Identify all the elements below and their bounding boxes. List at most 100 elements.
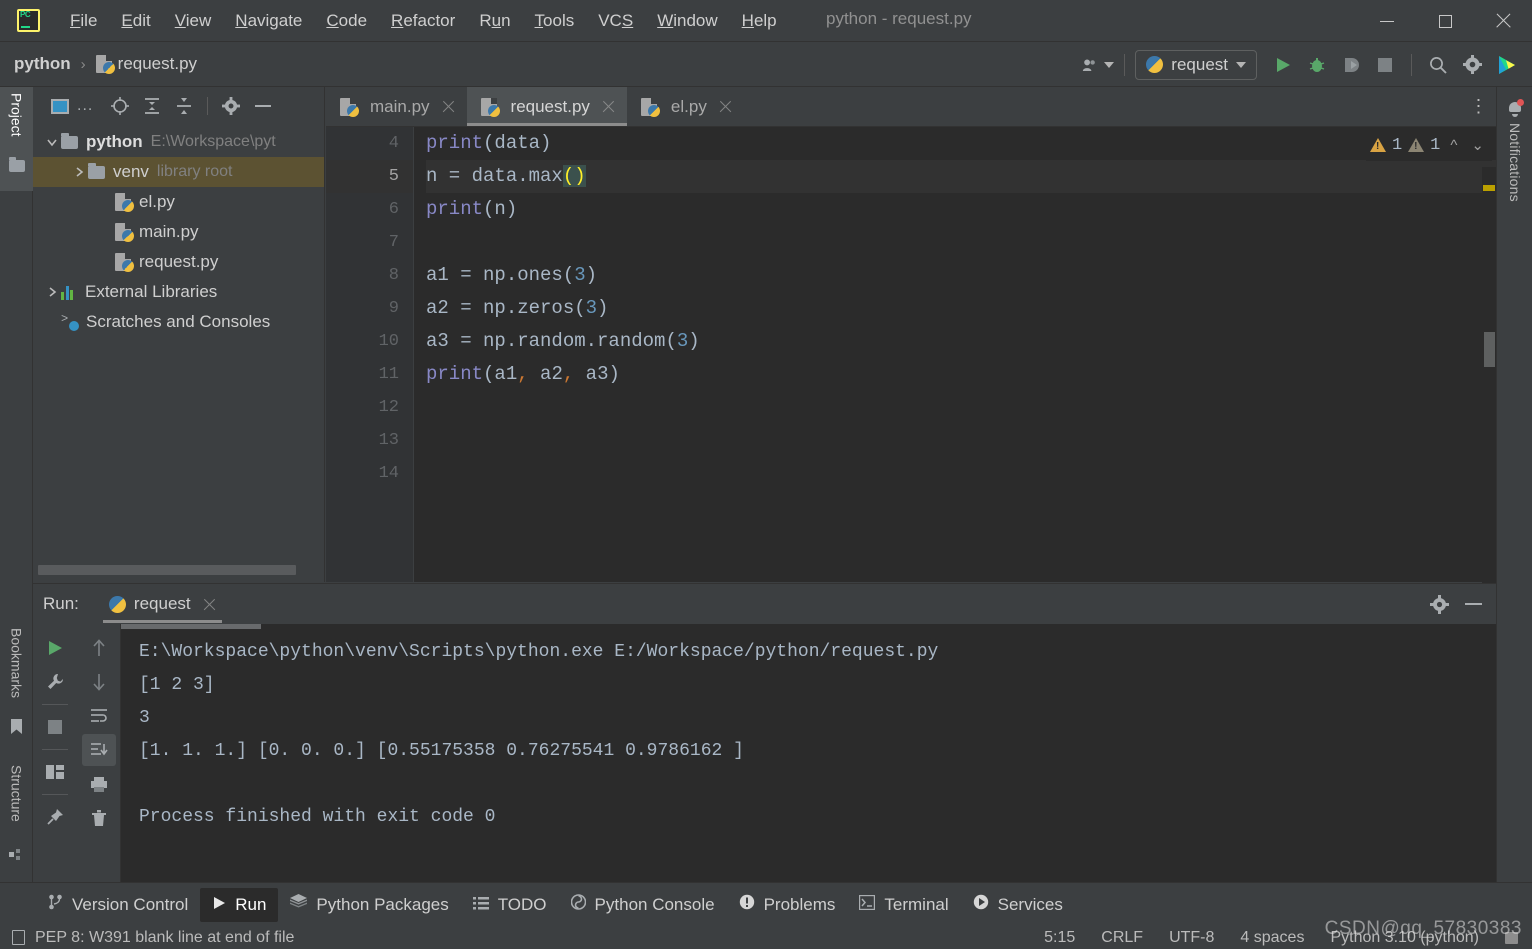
clear-all-icon[interactable]	[82, 802, 116, 834]
menu-item-refactor[interactable]: Refactor	[379, 7, 467, 35]
editor-scrollbar-thumb[interactable]	[1484, 332, 1495, 367]
line-number[interactable]: 9	[326, 292, 413, 325]
line-number[interactable]: 11	[326, 358, 413, 391]
line-number[interactable]: 7	[326, 226, 413, 259]
close-icon[interactable]	[602, 100, 615, 113]
debug-button[interactable]	[1301, 49, 1333, 81]
tool-window-python-packages[interactable]: Python Packages	[278, 888, 460, 922]
line-separator[interactable]: CRLF	[1101, 929, 1143, 947]
close-icon[interactable]	[719, 100, 732, 113]
tool-window-python-console[interactable]: Python Console	[559, 888, 727, 922]
print-icon[interactable]	[82, 768, 116, 800]
tree-node-request-py[interactable]: request.py	[33, 247, 324, 277]
chevron-right-icon[interactable]	[70, 166, 88, 178]
project-view-more-label[interactable]: ...	[77, 97, 93, 115]
line-number[interactable]: 12	[326, 391, 413, 424]
menu-item-help[interactable]: Help	[730, 7, 789, 35]
layout-icon[interactable]	[38, 756, 72, 788]
select-opened-file-icon[interactable]	[45, 92, 75, 120]
sidebar-tab-notifications[interactable]: Notifications	[1497, 93, 1532, 313]
code-line[interactable]: n = data.max()	[426, 160, 1496, 193]
breadcrumb-file[interactable]: request.py	[95, 54, 197, 74]
menu-item-file[interactable]: File	[58, 7, 109, 35]
editor-tab-request-py[interactable]: request.py	[466, 87, 628, 126]
code-line[interactable]	[426, 424, 1496, 457]
soft-wrap-icon[interactable]	[82, 700, 116, 732]
run-settings-gear-icon[interactable]	[1424, 590, 1454, 618]
console-scrollbar-thumb[interactable]	[121, 624, 261, 629]
rerun-icon[interactable]	[38, 632, 72, 664]
code-line[interactable]	[426, 391, 1496, 424]
menu-item-run[interactable]: Run	[467, 7, 522, 35]
code-line[interactable]: a1 = np.ones(3)	[426, 259, 1496, 292]
menu-item-vcs[interactable]: VCS	[586, 7, 645, 35]
line-number[interactable]: 13	[326, 424, 413, 457]
code-line[interactable]: a3 = np.random.random(3)	[426, 325, 1496, 358]
code-line[interactable]: a2 = np.zeros(3)	[426, 292, 1496, 325]
stop-icon[interactable]	[38, 711, 72, 743]
tool-window-todo[interactable]: TODO	[461, 888, 559, 922]
close-icon[interactable]	[442, 100, 455, 113]
editor-scrollbar[interactable]	[1482, 167, 1496, 622]
tool-window-run[interactable]: Run	[200, 887, 279, 922]
minimize-button[interactable]	[1358, 0, 1416, 42]
settings-gear-icon[interactable]	[1456, 49, 1488, 81]
project-panel-horizontal-scrollbar[interactable]	[38, 565, 321, 575]
tree-node-external-libraries[interactable]: External Libraries	[33, 277, 324, 307]
tree-node-main-py[interactable]: main.py	[33, 217, 324, 247]
editor-tabs-more-icon[interactable]: ⋮	[1462, 87, 1496, 126]
menu-item-tools[interactable]: Tools	[523, 7, 587, 35]
read-only-toggle-icon[interactable]	[1505, 931, 1518, 944]
chevron-down-icon[interactable]	[43, 136, 61, 148]
menu-item-edit[interactable]: Edit	[109, 7, 162, 35]
menu-item-view[interactable]: View	[163, 7, 224, 35]
tree-node-scratches-and-consoles[interactable]: Scratches and Consoles	[33, 307, 324, 337]
search-everywhere-icon[interactable]	[1422, 49, 1454, 81]
code-line[interactable]: print(data)	[426, 127, 1496, 160]
pin-tab-icon[interactable]	[38, 801, 72, 833]
maximize-button[interactable]	[1416, 0, 1474, 42]
sidebar-tab-project[interactable]: Project	[0, 87, 33, 191]
menu-item-window[interactable]: Window	[645, 7, 729, 35]
code-content[interactable]: print(data) n = data.max() print(n) a1 = n…	[414, 127, 1496, 582]
tree-node-el-py[interactable]: el.py	[33, 187, 324, 217]
run-with-coverage-button[interactable]	[1335, 49, 1367, 81]
caret-position[interactable]: 5:15	[1044, 929, 1075, 947]
scroll-to-end-icon[interactable]	[81, 734, 116, 766]
line-number[interactable]: 6	[326, 193, 413, 226]
editor-warning-marker[interactable]	[1483, 185, 1495, 191]
inspection-widget[interactable]: 1 1 ^ ⌄	[1365, 129, 1492, 161]
tool-window-services[interactable]: Services	[961, 888, 1075, 922]
previous-highlight-icon[interactable]: ^	[1446, 137, 1461, 154]
up-arrow-icon[interactable]	[82, 632, 116, 664]
hide-panel-icon[interactable]	[1458, 590, 1488, 618]
python-interpreter[interactable]: Python 3.10 (python)	[1330, 929, 1479, 947]
chevron-right-icon[interactable]	[43, 286, 61, 298]
collapse-all-icon[interactable]	[169, 92, 199, 120]
tool-window-terminal[interactable]: Terminal	[847, 888, 960, 922]
wrench-settings-icon[interactable]	[38, 666, 72, 698]
code-line[interactable]	[426, 226, 1496, 259]
line-number[interactable]: 5	[326, 160, 413, 193]
next-highlight-icon[interactable]: ⌄	[1467, 136, 1488, 154]
tree-node-python[interactable]: python E:\Workspace\pyt	[33, 127, 324, 157]
down-arrow-icon[interactable]	[82, 666, 116, 698]
close-icon[interactable]	[203, 598, 216, 611]
expand-all-icon[interactable]	[137, 92, 167, 120]
line-number[interactable]: 10	[326, 325, 413, 358]
tree-node-venv[interactable]: venv library root	[33, 157, 324, 187]
ide-avatar-icon[interactable]	[1490, 49, 1522, 81]
editor-tab-el-py[interactable]: el.py	[627, 87, 744, 126]
tool-window-version-control[interactable]: Version Control	[36, 888, 200, 922]
close-button[interactable]	[1474, 0, 1532, 42]
file-encoding[interactable]: UTF-8	[1169, 929, 1214, 947]
scroll-from-source-icon[interactable]	[105, 92, 135, 120]
line-number[interactable]: 14	[326, 457, 413, 490]
line-number[interactable]: 4	[326, 127, 413, 160]
hide-panel-icon[interactable]	[248, 92, 278, 120]
stop-button[interactable]	[1369, 49, 1401, 81]
menu-item-code[interactable]: Code	[314, 7, 379, 35]
code-line[interactable]: print(a1, a2, a3)	[426, 358, 1496, 391]
code-editor[interactable]: 4 5 6 7 8 9 10 11 12 13 14 print(data) n = data.max…	[326, 127, 1496, 622]
editor-tab-main-py[interactable]: main.py	[326, 87, 467, 126]
